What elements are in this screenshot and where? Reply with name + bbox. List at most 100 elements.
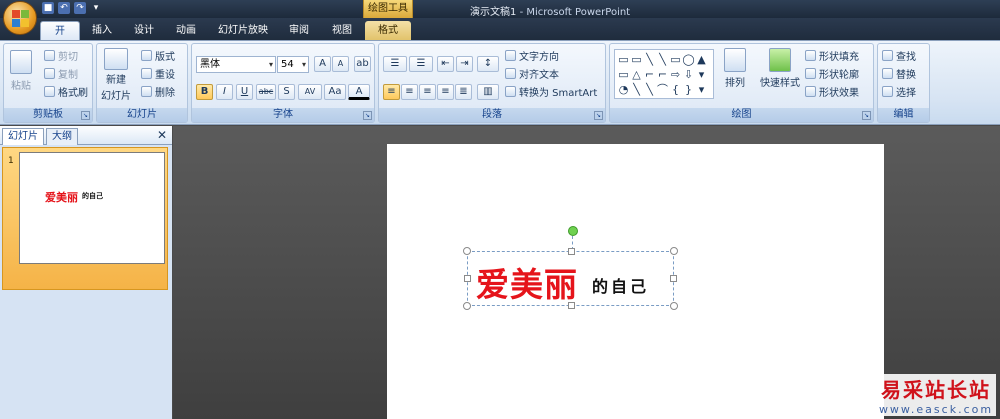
tab-design[interactable]: 设计 bbox=[124, 21, 164, 40]
font-launcher-icon[interactable]: ↘ bbox=[363, 111, 372, 120]
clear-format-icon[interactable]: ab bbox=[354, 56, 371, 72]
shape-icon-5[interactable]: ◯ bbox=[682, 52, 695, 67]
delete-slide-button[interactable]: 删除 bbox=[141, 84, 175, 99]
shape-icon-11[interactable]: ⇨ bbox=[669, 67, 682, 82]
shape-icon-6[interactable]: ▲ bbox=[695, 52, 708, 67]
clipboard-launcher-icon[interactable]: ↘ bbox=[81, 111, 90, 120]
align-text-button[interactable]: 对齐文本 bbox=[505, 66, 559, 81]
tab-format[interactable]: 格式 bbox=[365, 21, 411, 40]
copy-button[interactable]: 复制 bbox=[44, 66, 78, 81]
shape-fill-button[interactable]: 形状填充 bbox=[805, 48, 859, 63]
text-direction-button[interactable]: 文字方向 bbox=[505, 48, 559, 63]
decrease-indent-icon[interactable]: ⇤ bbox=[437, 56, 454, 72]
font-color-button[interactable]: A bbox=[348, 84, 370, 100]
cut-button[interactable]: 剪切 bbox=[44, 48, 78, 63]
resize-handle-sw[interactable] bbox=[463, 302, 471, 310]
tab-view[interactable]: 视图 bbox=[322, 21, 362, 40]
align-right-icon[interactable]: ≡ bbox=[419, 84, 436, 100]
tab-outline-pane[interactable]: 大纲 bbox=[46, 128, 78, 145]
line-spacing-icon[interactable]: ↕ bbox=[477, 56, 499, 72]
undo-icon[interactable]: ↶ bbox=[58, 2, 70, 14]
distribute-icon[interactable]: ≣ bbox=[455, 84, 472, 100]
tab-slideshow[interactable]: 幻灯片放映 bbox=[208, 21, 278, 40]
font-size-select[interactable]: 54 ▾ bbox=[277, 56, 309, 73]
align-center-icon[interactable]: ≡ bbox=[401, 84, 418, 100]
char-spacing-button[interactable]: AV bbox=[298, 84, 322, 100]
shape-icon-13[interactable]: ▾ bbox=[695, 67, 708, 82]
shape-icon-9[interactable]: ⌐ bbox=[643, 67, 656, 82]
tab-insert[interactable]: 插入 bbox=[82, 21, 122, 40]
new-slide-button[interactable]: 新建 幻灯片 bbox=[101, 48, 131, 102]
tab-slides-pane[interactable]: 幻灯片 bbox=[2, 128, 44, 145]
office-button[interactable] bbox=[3, 1, 37, 35]
shape-icon-17[interactable]: ⌒ bbox=[656, 82, 669, 97]
redo-icon[interactable]: ↷ bbox=[74, 2, 86, 14]
paragraph-launcher-icon[interactable]: ↘ bbox=[594, 111, 603, 120]
shape-icon-3[interactable]: ╲ bbox=[656, 52, 669, 67]
increase-indent-icon[interactable]: ⇥ bbox=[456, 56, 473, 72]
resize-handle-nw[interactable] bbox=[463, 247, 471, 255]
quick-styles-button[interactable]: 快速样式 bbox=[760, 48, 800, 89]
drawing-launcher-icon[interactable]: ↘ bbox=[862, 111, 871, 120]
shape-icon-10[interactable]: ⌐ bbox=[656, 67, 669, 82]
shape-icon-15[interactable]: ╲ bbox=[630, 82, 643, 97]
shape-effects-button[interactable]: 形状效果 bbox=[805, 84, 859, 99]
arrange-button[interactable]: 排列 bbox=[724, 48, 746, 89]
tab-animation[interactable]: 动画 bbox=[166, 21, 206, 40]
justify-icon[interactable]: ≡ bbox=[437, 84, 454, 100]
close-icon[interactable]: ✕ bbox=[157, 128, 167, 142]
resize-handle-n[interactable] bbox=[568, 248, 575, 255]
shape-icon-14[interactable]: ◔ bbox=[617, 82, 630, 97]
shape-icon-12[interactable]: ⇩ bbox=[682, 67, 695, 82]
replace-button[interactable]: 替换 bbox=[882, 66, 916, 81]
shape-icon-2[interactable]: ╲ bbox=[643, 52, 656, 67]
strikethrough-button[interactable]: abc bbox=[256, 84, 276, 100]
numbering-icon[interactable]: ☰ bbox=[409, 56, 433, 72]
shrink-font-button[interactable]: A bbox=[332, 56, 349, 72]
resize-handle-e[interactable] bbox=[670, 275, 677, 282]
shape-icon-0[interactable]: ▭ bbox=[617, 52, 630, 67]
slide-black-text[interactable]: 的自己 bbox=[592, 273, 649, 297]
align-left-icon[interactable]: ≡ bbox=[383, 84, 400, 100]
columns-icon[interactable]: ▥ bbox=[477, 84, 499, 100]
shape-icon-20[interactable]: ▾ bbox=[695, 82, 708, 97]
slide-thumbnail[interactable]: 爱美丽 的自己 bbox=[19, 152, 165, 264]
smartart-button[interactable]: 转换为 SmartArt bbox=[505, 84, 597, 99]
shapes-gallery[interactable]: ▭ ▭ ╲ ╲ ▭ ◯ ▲ ▭ △ ⌐ ⌐ ⇨ ⇩ ▾ ◔ ╲ ╲ ⌒{} ▾ bbox=[614, 49, 714, 99]
underline-button[interactable]: U bbox=[236, 84, 253, 100]
shape-icon-19[interactable]: } bbox=[682, 82, 695, 97]
save-icon[interactable]: ■ bbox=[42, 2, 54, 14]
resize-handle-ne[interactable] bbox=[670, 247, 678, 255]
shape-icon-7[interactable]: ▭ bbox=[617, 67, 630, 82]
slide-canvas[interactable]: 爱美丽 的自己 bbox=[387, 144, 884, 419]
grow-font-button[interactable]: A bbox=[314, 56, 331, 72]
reset-button[interactable]: 重设 bbox=[141, 66, 175, 81]
change-case-button[interactable]: Aa bbox=[324, 84, 346, 100]
shape-icon-4[interactable]: ▭ bbox=[669, 52, 682, 67]
shape-icon-16[interactable]: ╲ bbox=[643, 82, 656, 97]
slide-thumbnail-row[interactable]: 1 爱美丽 的自己 bbox=[2, 147, 168, 290]
shadow-button[interactable]: S bbox=[278, 84, 295, 100]
select-button[interactable]: 选择 bbox=[882, 84, 916, 99]
customize-qat-icon[interactable]: ▾ bbox=[90, 2, 102, 14]
title-bar: ■ ↶ ↷ ▾ 绘图工具 演示文稿1 - Microsoft PowerPoin… bbox=[0, 0, 1000, 18]
bullets-icon[interactable]: ☰ bbox=[383, 56, 407, 72]
resize-handle-w[interactable] bbox=[464, 275, 471, 282]
paste-button[interactable]: 粘贴 bbox=[10, 50, 32, 92]
shape-icon-18[interactable]: { bbox=[669, 82, 682, 97]
bold-button[interactable]: B bbox=[196, 84, 213, 100]
tab-review[interactable]: 审阅 bbox=[279, 21, 319, 40]
tab-home[interactable]: 开始 bbox=[40, 21, 80, 56]
shape-icon-1[interactable]: ▭ bbox=[630, 52, 643, 67]
slide-red-text[interactable]: 爱美丽 bbox=[476, 258, 578, 306]
text-box[interactable]: 爱美丽 的自己 bbox=[463, 226, 678, 310]
find-button[interactable]: 查找 bbox=[882, 48, 916, 63]
font-name-select[interactable]: 黑体 ▾ bbox=[196, 56, 276, 73]
italic-button[interactable]: I bbox=[216, 84, 233, 100]
layout-button[interactable]: 版式 bbox=[141, 48, 175, 63]
rotation-handle[interactable] bbox=[568, 226, 578, 236]
format-painter-button[interactable]: 格式刷 bbox=[44, 84, 88, 99]
shape-outline-button[interactable]: 形状轮廓 bbox=[805, 66, 859, 81]
shape-icon-8[interactable]: △ bbox=[630, 67, 643, 82]
resize-handle-se[interactable] bbox=[670, 302, 678, 310]
